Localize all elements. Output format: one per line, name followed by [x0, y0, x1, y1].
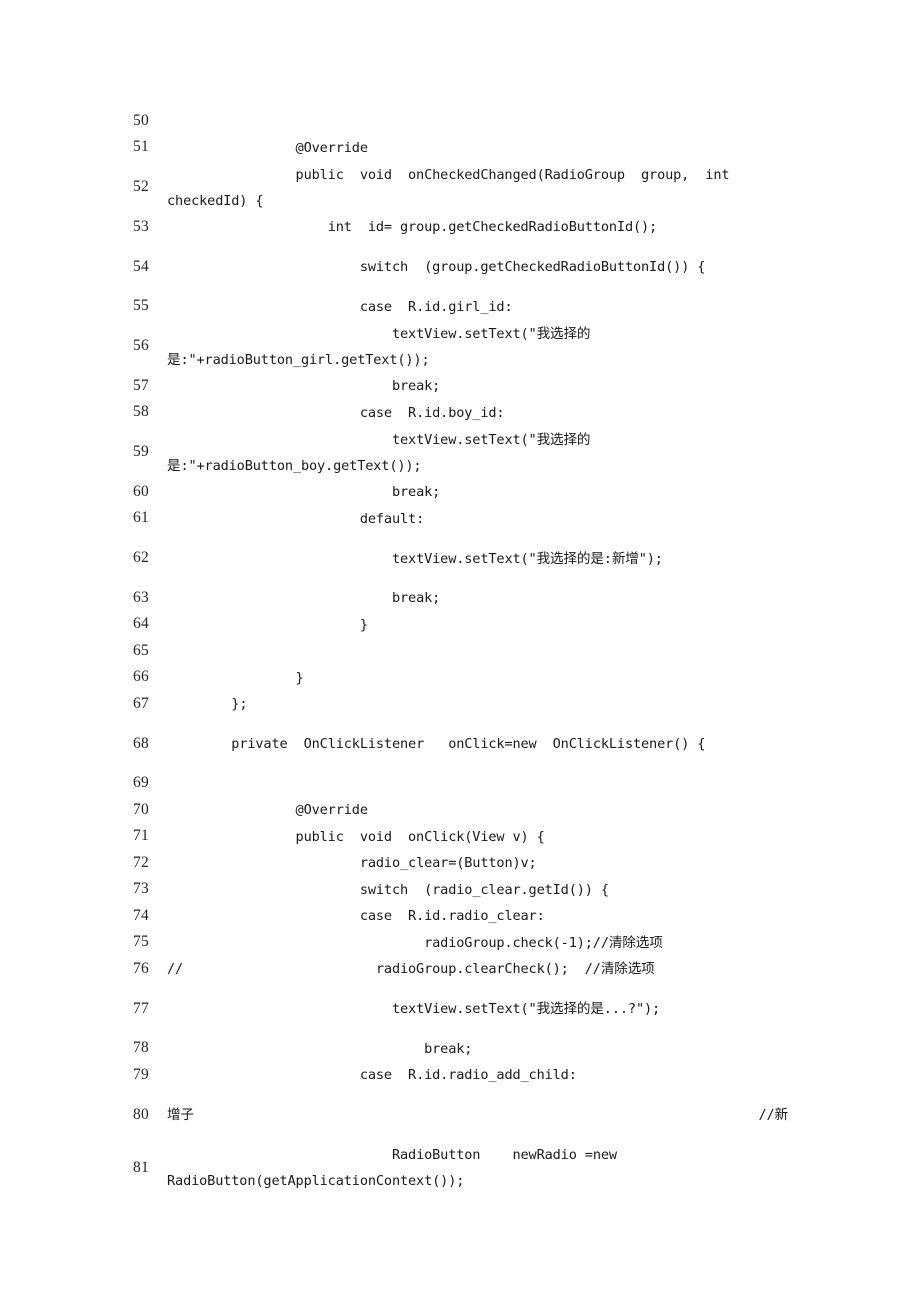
line-number: 78: [133, 1039, 149, 1057]
code-line-text: radio_clear=(Button)v;: [167, 855, 537, 871]
code-line-row: 70 @Override: [133, 797, 788, 824]
line-number: 58: [133, 403, 149, 421]
code-line-text: break;: [167, 378, 441, 394]
line-number: 72: [133, 853, 149, 871]
code-line-row: 56 textView.setText("我选择的是:"+radioButton…: [133, 320, 788, 373]
line-number: 52: [133, 178, 149, 196]
code-line-row: 74 case R.id.radio_clear:: [133, 903, 788, 930]
code-line-row: 76 // radioGroup.clearCheck(); //清除选项: [133, 956, 788, 983]
code-line-row: 73 switch (radio_clear.getId()) {: [133, 877, 788, 904]
code-line-text: public void onClick(View v) {: [167, 828, 545, 845]
line-number: 64: [133, 615, 149, 633]
line-number: 56: [133, 337, 149, 355]
code-line-text: textView.setText("我选择的是:"+radioButton_gi…: [167, 325, 591, 368]
code-line-row: 57 break;: [133, 373, 788, 400]
code-line-text: textView.setText("我选择的是:"+radioButton_bo…: [167, 431, 591, 474]
line-number: 68: [133, 734, 149, 752]
line-number: 75: [133, 933, 149, 951]
code-line-text: //新 增子: [167, 1102, 788, 1128]
code-line-row: 54 switch (group.getCheckedRadioButtonId…: [133, 241, 788, 294]
line-number: 74: [133, 906, 149, 924]
code-line-text: // radioGroup.clearCheck(); //清除选项: [167, 961, 655, 977]
code-line-row: 69: [133, 771, 788, 798]
code-line-text: private OnClickListener onClick=new OnCl…: [167, 736, 706, 752]
code-line-text: switch (group.getCheckedRadioButtonId())…: [167, 259, 706, 275]
code-line-row: 50: [133, 108, 788, 135]
code-line-text: radioGroup.check(-1);//清除选项: [167, 934, 663, 951]
code-line-text: case R.id.radio_clear:: [167, 908, 545, 924]
line-number: 63: [133, 588, 149, 606]
code-line-row: 60 break;: [133, 479, 788, 506]
line-number: 67: [133, 694, 149, 712]
line-number: 54: [133, 257, 149, 275]
code-line-row: 77 textView.setText("我选择的是...?");: [133, 983, 788, 1036]
code-line-body: 增子: [167, 1107, 194, 1123]
code-line-text: case R.id.boy_id:: [167, 404, 505, 421]
code-line-text: @Override: [167, 802, 368, 818]
code-line-row: 71 public void onClick(View v) {: [133, 824, 788, 851]
code-line-row: 65: [133, 638, 788, 665]
line-number: 80: [133, 1105, 149, 1123]
code-line-row: 64 }: [133, 612, 788, 639]
page-canvas: 50 51 @Override 52 public void onCheckedCh…: [0, 0, 920, 1302]
line-number: 51: [133, 138, 149, 156]
code-line-row: 58 case R.id.boy_id:: [133, 400, 788, 427]
code-line-text: RadioButton newRadio =new RadioButton(ge…: [167, 1147, 634, 1189]
line-number: 61: [133, 509, 149, 527]
code-line-text: break;: [167, 590, 441, 606]
code-line-row: 72 radio_clear=(Button)v;: [133, 850, 788, 877]
code-line-text: case R.id.radio_add_child:: [167, 1067, 577, 1083]
code-line-row: 80 //新 增子: [133, 1089, 788, 1142]
line-number: 60: [133, 482, 149, 500]
code-line-row: 68 private OnClickListener onClick=new O…: [133, 718, 788, 771]
code-line-text: textView.setText("我选择的是...?");: [167, 1001, 661, 1017]
line-number: 79: [133, 1065, 149, 1083]
code-line-text: break;: [167, 484, 441, 500]
code-line-text: }: [167, 616, 368, 633]
code-line-row: 66 }: [133, 665, 788, 692]
code-line-row: 81 RadioButton newRadio =new RadioButton…: [133, 1142, 788, 1195]
line-number: 66: [133, 668, 149, 686]
code-line-text: };: [167, 696, 248, 712]
code-line-row: 63 break;: [133, 585, 788, 612]
code-line-text: case R.id.girl_id:: [167, 298, 513, 315]
line-number: 71: [133, 827, 149, 845]
line-number: 50: [133, 111, 149, 129]
code-line-text: }: [167, 669, 304, 686]
code-line-row: 78 break;: [133, 1036, 788, 1063]
line-number: 70: [133, 800, 149, 818]
code-line-row: 67 };: [133, 691, 788, 718]
line-number: 65: [133, 641, 149, 659]
line-number: 59: [133, 443, 149, 461]
line-number: 57: [133, 376, 149, 394]
line-number: 77: [133, 999, 149, 1017]
line-number: 81: [133, 1158, 149, 1176]
code-line-text: int id= group.getCheckedRadioButtonId();: [167, 219, 658, 235]
code-line-text: textView.setText("我选择的是:新增");: [167, 550, 663, 567]
code-line-row: 59 textView.setText("我选择的是:"+radioButton…: [133, 426, 788, 479]
line-number: 69: [133, 774, 149, 792]
line-number: 55: [133, 297, 149, 315]
code-line-row: 53 int id= group.getCheckedRadioButtonId…: [133, 214, 788, 241]
line-number: 62: [133, 549, 149, 567]
code-line-row: 55 case R.id.girl_id:: [133, 294, 788, 321]
line-number: 73: [133, 880, 149, 898]
code-line-row: 52 public void onCheckedChanged(RadioGro…: [133, 161, 788, 214]
code-line-row: 51 @Override: [133, 135, 788, 162]
code-line-text: @Override: [167, 139, 368, 156]
code-line-text: switch (radio_clear.getId()) {: [167, 881, 609, 898]
code-line-row: 79 case R.id.radio_add_child:: [133, 1062, 788, 1089]
code-line-text: break;: [167, 1040, 473, 1057]
code-line-row: 62 textView.setText("我选择的是:新增");: [133, 532, 788, 585]
line-number: 53: [133, 217, 149, 235]
line-number: 76: [133, 959, 149, 977]
code-listing: 50 51 @Override 52 public void onCheckedCh…: [133, 108, 788, 1195]
code-line-text: public void onCheckedChanged(RadioGroup …: [167, 166, 746, 209]
code-line-row: 61 default:: [133, 506, 788, 533]
trailing-comment: //新: [758, 1107, 788, 1123]
code-line-text: default:: [167, 510, 425, 527]
code-line-row: 75 radioGroup.check(-1);//清除选项: [133, 930, 788, 957]
